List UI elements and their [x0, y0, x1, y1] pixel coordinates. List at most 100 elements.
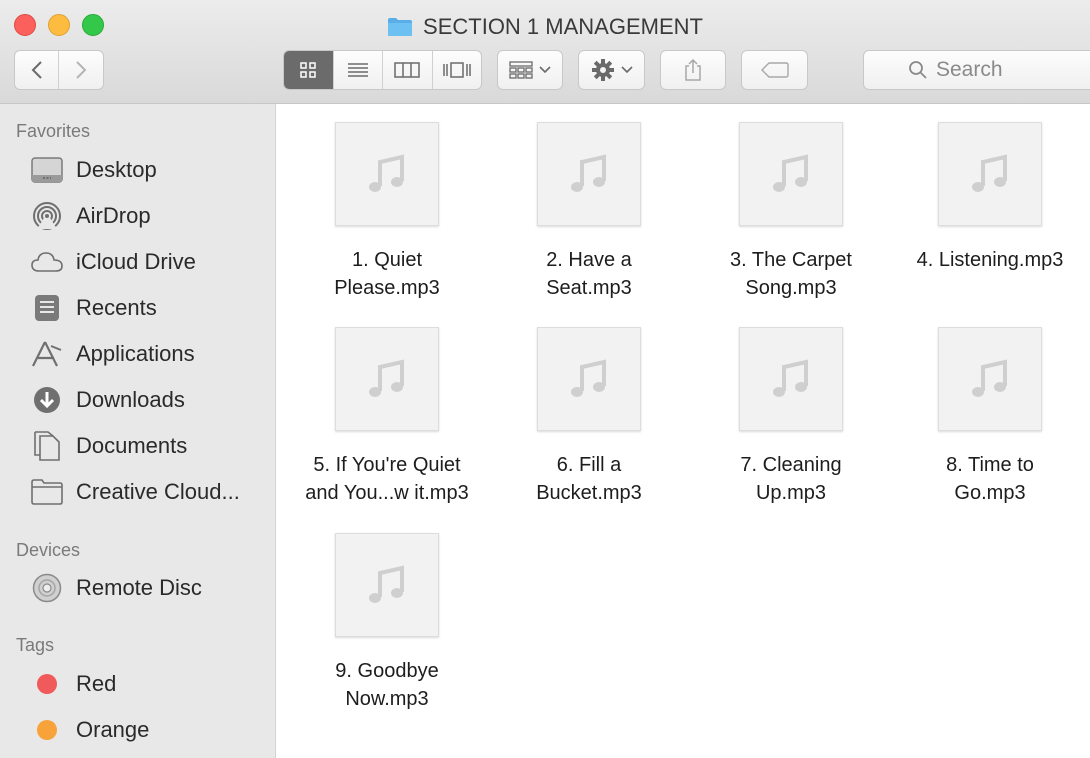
sidebar-item-downloads[interactable]: Downloads [30, 383, 185, 417]
tag-button[interactable] [741, 50, 808, 90]
music-note-icon [571, 359, 606, 397]
file-item[interactable]: 8. Time to Go.mp3 [890, 327, 1090, 507]
music-note-icon [773, 154, 808, 192]
desktop-icon [30, 155, 64, 185]
sidebar-item-label: Recents [76, 295, 157, 320]
file-name: 5. If You're Quiet and You...w it.mp3 [305, 454, 469, 504]
sidebar-item-applications[interactable]: Applications [30, 337, 195, 371]
music-note-icon [972, 154, 1007, 192]
sidebar-item-label: Desktop [76, 157, 157, 182]
file-name: 9. Goodbye Now.mp3 [335, 660, 439, 710]
sidebar-item-recents[interactable]: Recents [30, 291, 157, 325]
music-note-icon [369, 154, 404, 192]
file-item[interactable]: 6. Fill a Bucket.mp3 [489, 327, 689, 507]
sidebar-item-tag-red[interactable]: Red [30, 667, 116, 701]
music-file-thumbnail[interactable] [938, 327, 1042, 431]
music-note-icon [571, 154, 606, 192]
forward-button[interactable] [59, 51, 103, 89]
music-note-icon [972, 359, 1007, 397]
chevron-right-icon [76, 61, 87, 79]
sidebar-item-tag-orange[interactable]: Orange [30, 713, 149, 747]
file-name: 8. Time to Go.mp3 [946, 454, 1034, 504]
window-toolbar: SECTION 1 MANAGEMENT Search [0, 0, 1090, 104]
music-file-thumbnail[interactable] [537, 327, 641, 431]
documents-icon [30, 431, 64, 461]
sidebar-item-label: iCloud Drive [76, 249, 196, 274]
file-item[interactable]: 7. Cleaning Up.mp3 [691, 327, 891, 507]
sidebar-item-label: Red [76, 671, 117, 696]
music-file-thumbnail[interactable] [537, 122, 641, 226]
applications-icon [30, 339, 64, 369]
sidebar-item-creative-cloud[interactable]: Creative Cloud... [30, 475, 240, 509]
icon-view-icon [300, 62, 316, 78]
sidebar-item-icloud-drive[interactable]: iCloud Drive [30, 245, 196, 279]
sidebar-item-label: Applications [76, 341, 195, 366]
search-icon [909, 61, 927, 79]
view-mode-control [283, 50, 482, 90]
airdrop-icon [30, 201, 64, 231]
sidebar-item-label: Downloads [76, 387, 185, 412]
sidebar-item-airdrop[interactable]: AirDrop [30, 199, 151, 233]
sidebar-item-documents[interactable]: Documents [30, 429, 187, 463]
music-file-thumbnail[interactable] [938, 122, 1042, 226]
cover-flow-view-icon [443, 62, 471, 78]
sidebar-item-remote-disc[interactable]: Remote Disc [30, 571, 202, 605]
list-view-button[interactable] [334, 51, 383, 89]
file-name: 3. The Carpet Song.mp3 [730, 249, 852, 299]
file-item[interactable]: 5. If You're Quiet and You...w it.mp3 [287, 327, 487, 507]
cover-flow-view-button[interactable] [433, 51, 482, 89]
sidebar-heading-devices: Devices [16, 540, 81, 560]
file-item[interactable]: 2. Have a Seat.mp3 [489, 122, 689, 302]
music-file-thumbnail[interactable] [335, 327, 439, 431]
file-name: 1. Quiet Please.mp3 [334, 249, 440, 299]
gear-icon [591, 59, 614, 81]
search-placeholder: Search [936, 58, 1003, 81]
window-title: SECTION 1 MANAGEMENT [0, 14, 1090, 40]
folder-icon [387, 17, 413, 37]
file-grid: 1. Quiet Please.mp3 2. Have a Seat.mp3 3. … [277, 104, 1090, 758]
back-button[interactable] [15, 51, 60, 89]
sidebar-heading-tags: Tags [16, 635, 55, 655]
list-view-icon [347, 63, 368, 77]
file-item[interactable]: 1. Quiet Please.mp3 [287, 122, 487, 302]
arrange-grid-icon [509, 61, 533, 79]
arrange-button[interactable] [497, 50, 563, 90]
share-button[interactable] [660, 50, 726, 90]
file-name: 4. Listening.mp3 [916, 249, 1064, 271]
sidebar-item-label: Orange [76, 717, 150, 742]
cloud-icon [30, 247, 64, 277]
file-name: 2. Have a Seat.mp3 [546, 249, 632, 299]
tag-red-dot [37, 674, 57, 694]
music-note-icon [369, 565, 404, 603]
file-name: 7. Cleaning Up.mp3 [740, 454, 842, 504]
recents-icon [30, 293, 64, 323]
chevron-left-icon [31, 61, 42, 79]
column-view-icon [394, 62, 420, 78]
music-file-thumbnail[interactable] [335, 122, 439, 226]
tag-icon [760, 62, 789, 78]
music-note-icon [369, 359, 404, 397]
tag-orange-dot [37, 720, 57, 740]
disc-icon [30, 573, 64, 603]
downloads-icon [30, 385, 64, 415]
chevron-down-icon [620, 66, 633, 74]
music-file-thumbnail[interactable] [739, 327, 843, 431]
sidebar-item-label: Creative Cloud... [76, 479, 240, 504]
icon-view-button[interactable] [284, 51, 334, 89]
search-input[interactable]: Search [863, 50, 1090, 90]
file-name: 6. Fill a Bucket.mp3 [536, 454, 642, 504]
file-item[interactable]: 4. Listening.mp3 [890, 122, 1090, 274]
music-file-thumbnail[interactable] [335, 533, 439, 637]
action-button[interactable] [578, 50, 645, 90]
sidebar: Favorites Desktop AirDrop iCloud Drive R… [0, 104, 276, 758]
sidebar-item-desktop[interactable]: Desktop [30, 153, 157, 187]
chevron-down-icon [539, 66, 551, 74]
folder-icon [30, 477, 64, 507]
sidebar-item-label: AirDrop [76, 203, 151, 228]
file-item[interactable]: 9. Goodbye Now.mp3 [287, 533, 487, 713]
share-icon [685, 58, 701, 81]
music-note-icon [773, 359, 808, 397]
music-file-thumbnail[interactable] [739, 122, 843, 226]
column-view-button[interactable] [383, 51, 433, 89]
file-item[interactable]: 3. The Carpet Song.mp3 [691, 122, 891, 302]
